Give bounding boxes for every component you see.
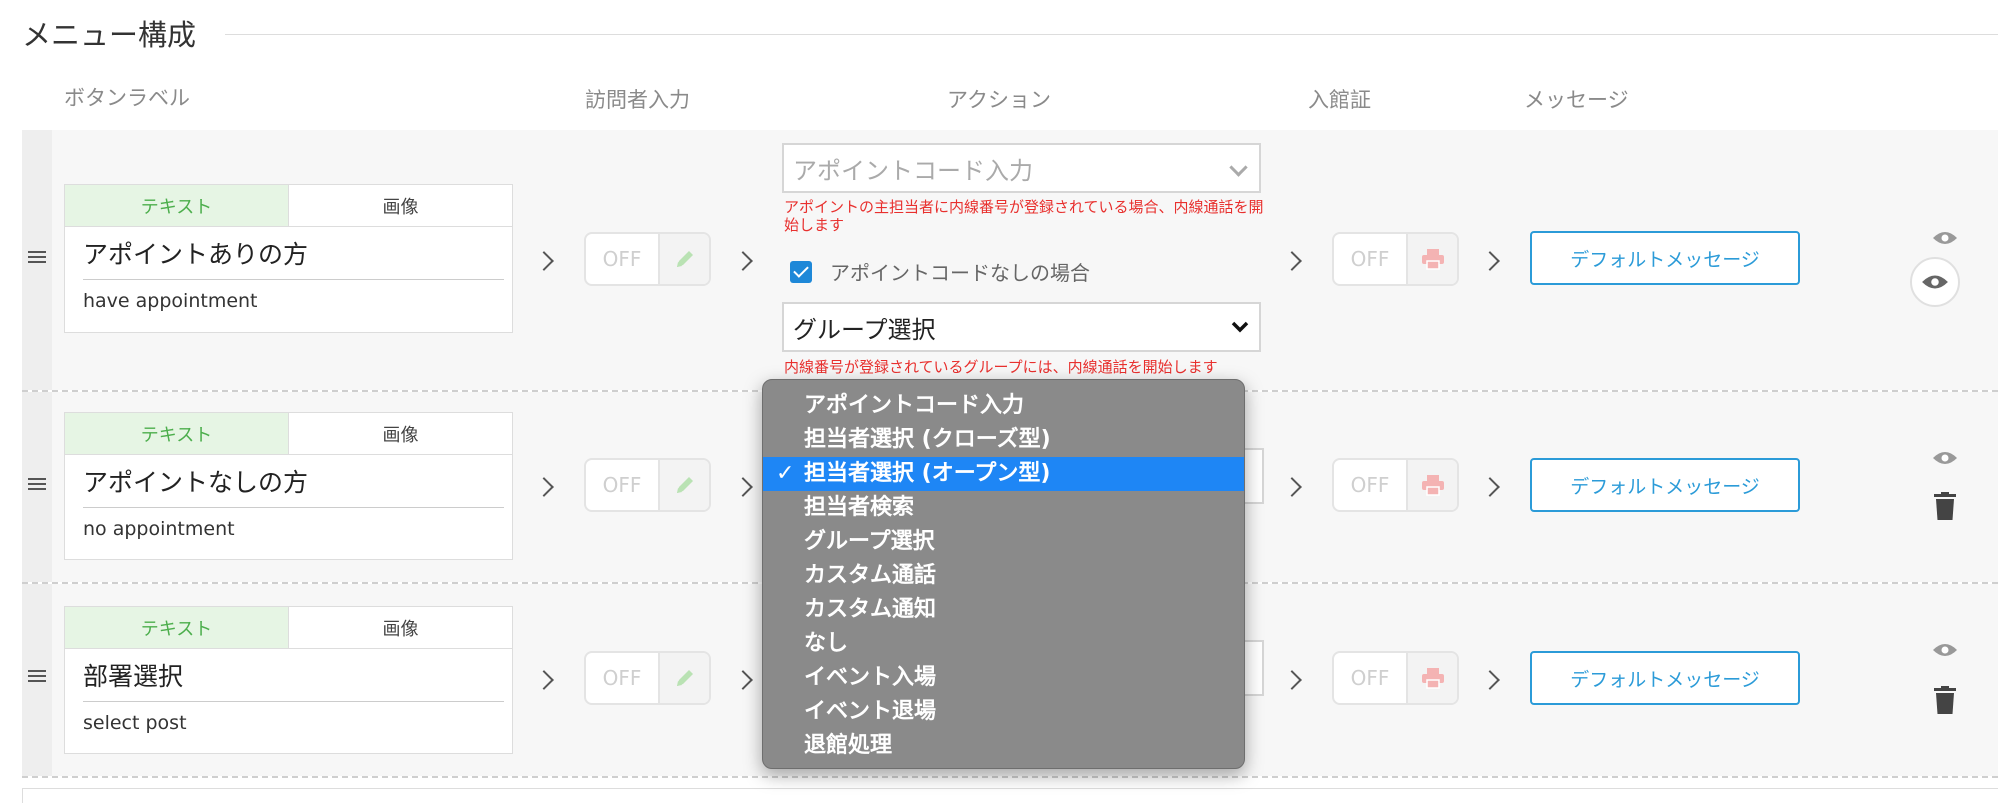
label-type-tabs: テキスト 画像: [65, 607, 512, 649]
toggle-off-label: OFF: [602, 247, 642, 271]
drag-handle-strip[interactable]: [22, 392, 52, 582]
label-type-tabs: テキスト 画像: [65, 413, 512, 455]
row-divider: [22, 776, 1998, 778]
action-dropdown-menu: アポイントコード入力 担当者選択 (クローズ型) ✓ 担当者選択 (オープン型) …: [762, 379, 1245, 769]
visitor-input-toggle[interactable]: OFF: [584, 232, 711, 286]
tab-image[interactable]: 画像: [289, 185, 512, 226]
toggle-off-label: OFF: [1350, 247, 1390, 271]
trash-icon[interactable]: [1934, 492, 1956, 520]
tab-text[interactable]: テキスト: [65, 185, 289, 226]
eye-icon[interactable]: [1932, 642, 1958, 658]
edit-pencil-icon[interactable]: [658, 653, 709, 703]
title-divider: [225, 34, 1998, 35]
eye-toggle-button[interactable]: [1910, 257, 1960, 307]
edit-pencil-icon[interactable]: [658, 234, 709, 284]
group-note: 内線番号が登録されているグループには、内線通話を開始します: [784, 358, 1218, 376]
column-header-pass: 入館証: [1308, 88, 1371, 112]
column-header-button-label: ボタンラベル: [64, 86, 190, 110]
checkbox-label: アポイントコードなしの場合: [830, 261, 1090, 285]
no-appoint-code-checkbox[interactable]: [790, 261, 812, 283]
column-header-action: アクション: [947, 88, 1051, 112]
drag-handle-icon[interactable]: [28, 478, 46, 492]
label-main-input[interactable]: アポイントなしの方: [83, 463, 504, 508]
section-title: メニュー構成: [22, 18, 197, 52]
printer-icon[interactable]: [1406, 460, 1457, 510]
pass-toggle[interactable]: OFF: [1332, 651, 1459, 705]
toggle-off-label: OFF: [602, 473, 642, 497]
visitor-input-toggle[interactable]: OFF: [584, 651, 711, 705]
toggle-off-label: OFF: [1350, 666, 1390, 690]
dropdown-option[interactable]: アポイントコード入力: [763, 389, 1244, 423]
toggle-off-label: OFF: [602, 666, 642, 690]
chevron-right-icon: [1480, 477, 1500, 497]
edit-pencil-icon[interactable]: [658, 460, 709, 510]
chevron-right-icon: [534, 477, 554, 497]
default-message-button[interactable]: デフォルトメッセージ: [1530, 231, 1800, 285]
dropdown-option[interactable]: イベント退場: [763, 695, 1244, 729]
chevron-right-icon: [1282, 477, 1302, 497]
label-card: テキスト 画像 アポイントありの方 have appointment: [64, 184, 513, 333]
label-card: テキスト 画像 アポイントなしの方 no appointment: [64, 412, 513, 560]
action-note: アポイントの主担当者に内線番号が登録されている場合、内線通話を開始します: [784, 198, 1264, 234]
label-sub-input[interactable]: no appointment: [83, 518, 494, 540]
chevron-right-icon: [1282, 251, 1302, 271]
action-select-value: アポイントコード入力: [793, 156, 1033, 185]
pass-toggle[interactable]: OFF: [1332, 458, 1459, 512]
eye-icon[interactable]: [1932, 230, 1958, 246]
chevron-right-icon: [1480, 251, 1500, 271]
printer-icon[interactable]: [1406, 653, 1457, 703]
tab-text[interactable]: テキスト: [65, 607, 289, 648]
printer-icon[interactable]: [1406, 234, 1457, 284]
label-main-input[interactable]: アポイントありの方: [83, 235, 504, 280]
group-select-value: グループ選択: [793, 315, 936, 344]
dropdown-option[interactable]: カスタム通話: [763, 559, 1244, 593]
dropdown-option[interactable]: グループ選択: [763, 525, 1244, 559]
default-message-button[interactable]: デフォルトメッセージ: [1530, 651, 1800, 705]
drag-handle-icon[interactable]: [28, 670, 46, 684]
dropdown-option[interactable]: カスタム通知: [763, 593, 1244, 627]
drag-handle-icon[interactable]: [28, 251, 46, 265]
checkmark-icon: ✓: [776, 461, 795, 486]
chevron-right-icon: [733, 477, 753, 497]
label-type-tabs: テキスト 画像: [65, 185, 512, 227]
chevron-right-icon: [1282, 670, 1302, 690]
next-section-edge: [22, 788, 1998, 803]
label-card: テキスト 画像 部署選択 select post: [64, 606, 513, 754]
chevron-right-icon: [733, 251, 753, 271]
default-message-button[interactable]: デフォルトメッセージ: [1530, 458, 1800, 512]
dropdown-option-selected[interactable]: ✓ 担当者選択 (オープン型): [763, 457, 1244, 491]
trash-icon[interactable]: [1934, 686, 1956, 714]
dropdown-option[interactable]: 担当者選択 (クローズ型): [763, 423, 1244, 457]
column-header-visitor-input: 訪問者入力: [585, 88, 690, 112]
tab-image[interactable]: 画像: [289, 607, 512, 648]
menu-row: テキスト 画像 アポイントありの方 have appointment OFF ア…: [22, 130, 1998, 390]
drag-handle-strip[interactable]: [22, 584, 52, 776]
eye-icon: [1922, 275, 1948, 289]
chevron-down-icon: [1229, 158, 1248, 177]
toggle-off-label: OFF: [1350, 473, 1390, 497]
dropdown-option[interactable]: なし: [763, 627, 1244, 661]
chevron-right-icon: [534, 670, 554, 690]
label-sub-input[interactable]: have appointment: [83, 290, 494, 312]
label-sub-input[interactable]: select post: [83, 712, 494, 734]
chevron-down-icon: [1231, 321, 1249, 333]
tab-image[interactable]: 画像: [289, 413, 512, 454]
dropdown-option[interactable]: 担当者検索: [763, 491, 1244, 525]
dropdown-option[interactable]: イベント入場: [763, 661, 1244, 695]
column-header-message: メッセージ: [1524, 88, 1629, 112]
drag-handle-strip[interactable]: [22, 130, 52, 390]
chevron-right-icon: [733, 670, 753, 690]
eye-icon[interactable]: [1932, 450, 1958, 466]
visitor-input-toggle[interactable]: OFF: [584, 458, 711, 512]
chevron-right-icon: [1480, 670, 1500, 690]
tab-text[interactable]: テキスト: [65, 413, 289, 454]
label-main-input[interactable]: 部署選択: [83, 657, 504, 702]
pass-toggle[interactable]: OFF: [1332, 232, 1459, 286]
action-select[interactable]: アポイントコード入力: [782, 143, 1261, 193]
dropdown-option[interactable]: 退館処理: [763, 729, 1244, 763]
group-select[interactable]: グループ選択: [782, 302, 1261, 352]
chevron-right-icon: [534, 251, 554, 271]
